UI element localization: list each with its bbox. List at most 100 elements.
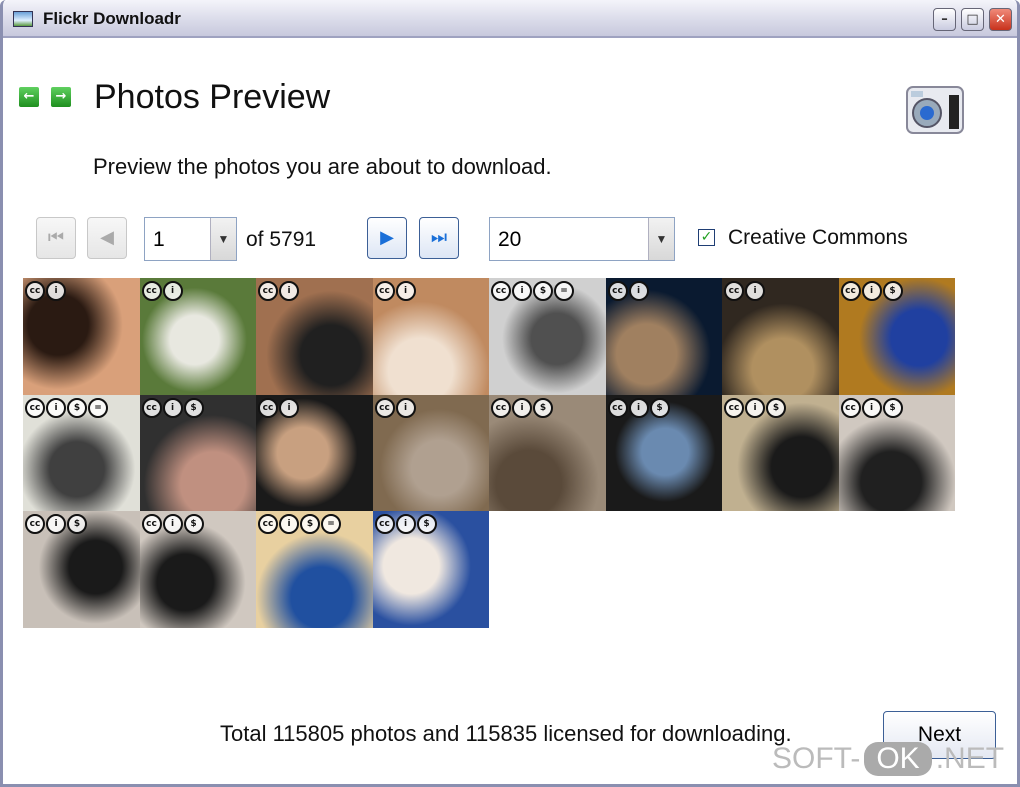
arrow-right-icon[interactable]: → xyxy=(51,87,71,107)
license-nc-icon: $ xyxy=(882,397,903,418)
close-button[interactable]: ✕ xyxy=(989,8,1012,31)
license-nc-icon: $ xyxy=(183,397,204,418)
license-by-icon: i xyxy=(279,397,299,418)
license-by-icon: i xyxy=(279,514,299,534)
license-badges: cc i $ = xyxy=(258,514,341,534)
license-by-icon: i xyxy=(395,514,416,534)
photo-thumbnail[interactable]: cc i xyxy=(256,394,373,511)
license-badges: cc i $ = xyxy=(25,397,108,418)
arrow-left-icon[interactable]: ← xyxy=(19,87,39,107)
creative-commons-checkbox[interactable]: ✓ xyxy=(698,229,715,246)
license-by-icon: i xyxy=(162,397,183,418)
license-nc-icon: $ xyxy=(416,514,437,534)
photo-thumbnail[interactable]: cc i xyxy=(23,278,140,395)
page-combobox[interactable]: 1 ▼ xyxy=(144,217,237,261)
license-cc-icon: cc xyxy=(840,281,861,301)
camera-icon xyxy=(906,86,964,134)
license-nc-icon: $ xyxy=(67,514,87,534)
license-cc-icon: cc xyxy=(607,281,628,301)
photo-thumbnail[interactable]: cc i xyxy=(372,394,489,511)
previous-page-button[interactable]: ◀ xyxy=(87,217,127,259)
maximize-button[interactable]: □ xyxy=(961,8,984,31)
photo-thumbnail[interactable]: cc i xyxy=(605,278,722,395)
license-cc-icon: cc xyxy=(25,281,45,301)
license-by-icon: i xyxy=(745,281,765,301)
photo-thumbnail[interactable]: cc i $ xyxy=(722,394,839,511)
license-badges: cc i xyxy=(607,281,649,301)
license-by-icon: i xyxy=(512,397,532,418)
license-nc-icon: $ xyxy=(882,281,903,301)
license-badges: cc i $ xyxy=(25,514,87,534)
license-cc-icon: cc xyxy=(374,514,395,534)
page-title: Photos Preview xyxy=(94,78,331,116)
page-count-label: of 5791 xyxy=(246,228,317,251)
license-cc-icon: cc xyxy=(491,281,511,301)
photo-thumbnail[interactable]: cc i $ xyxy=(838,278,955,395)
license-badges: cc i $ xyxy=(491,397,553,418)
chevron-down-icon[interactable]: ▼ xyxy=(210,218,236,260)
license-badges: cc i xyxy=(25,281,66,301)
license-badges: cc i xyxy=(258,397,299,418)
photo-thumbnail[interactable]: cc i $ = xyxy=(489,278,606,395)
app-window: Flickr Downloadr – □ ✕ ← → Photos Previe… xyxy=(0,0,1020,787)
license-nc-icon: $ xyxy=(766,397,786,418)
photo-thumbnail[interactable]: cc i $ = xyxy=(23,394,140,511)
creative-commons-label[interactable]: Creative Commons xyxy=(728,226,908,250)
license-cc-icon: cc xyxy=(724,397,744,418)
photo-thumbnail[interactable]: cc i xyxy=(722,278,839,395)
photo-thumbnail[interactable]: cc i xyxy=(372,278,489,395)
license-cc-icon: cc xyxy=(724,281,744,301)
license-badges: cc i xyxy=(374,281,416,301)
license-nd-icon: = xyxy=(88,397,108,418)
license-cc-icon: cc xyxy=(607,397,628,418)
summary-text: Total 115805 photos and 115835 licensed … xyxy=(220,721,792,746)
chevron-down-icon[interactable]: ▼ xyxy=(648,218,674,260)
license-badges: cc i $ = xyxy=(491,281,574,301)
license-cc-icon: cc xyxy=(374,397,395,418)
license-by-icon: i xyxy=(395,281,416,301)
license-badges: cc i xyxy=(141,281,183,301)
app-icon xyxy=(13,11,33,27)
license-nc-icon: $ xyxy=(533,397,553,418)
first-page-button[interactable]: ⏮ xyxy=(36,217,76,259)
title-bar: Flickr Downloadr – □ ✕ xyxy=(3,0,1017,38)
per-page-value: 20 xyxy=(498,228,522,251)
photo-thumbnail[interactable]: cc i $ xyxy=(605,394,722,511)
license-by-icon: i xyxy=(628,397,649,418)
license-badges: cc i $ xyxy=(724,397,786,418)
watermark-text: SOFT- xyxy=(772,742,861,775)
last-page-button[interactable]: ⏭ xyxy=(419,217,459,259)
photo-thumbnail[interactable]: cc i $ xyxy=(139,394,256,511)
page-value: 1 xyxy=(153,228,165,251)
photo-thumbnail[interactable]: cc i $ xyxy=(139,511,256,628)
per-page-combobox[interactable]: 20 ▼ xyxy=(489,217,675,261)
license-badges: cc i $ xyxy=(374,514,437,534)
minimize-button[interactable]: – xyxy=(933,8,956,31)
license-cc-icon: cc xyxy=(141,514,162,534)
license-by-icon: i xyxy=(162,281,183,301)
photo-thumbnail[interactable]: cc i xyxy=(139,278,256,395)
license-by-icon: i xyxy=(628,281,649,301)
photo-thumbnail[interactable]: cc i $ = xyxy=(256,511,373,628)
photo-thumbnail[interactable]: cc i $ xyxy=(489,394,606,511)
photo-thumbnail[interactable]: cc i xyxy=(256,278,373,395)
license-nc-icon: $ xyxy=(183,514,204,534)
license-cc-icon: cc xyxy=(258,397,278,418)
watermark-text: OK xyxy=(864,742,932,776)
license-cc-icon: cc xyxy=(141,281,162,301)
license-by-icon: i xyxy=(46,397,66,418)
license-by-icon: i xyxy=(279,281,299,301)
license-cc-icon: cc xyxy=(25,397,45,418)
photo-thumbnail[interactable]: cc i $ xyxy=(838,394,955,511)
next-page-button[interactable]: ▶ xyxy=(367,217,407,259)
license-badges: cc i xyxy=(258,281,299,301)
license-nd-icon: = xyxy=(321,514,341,534)
license-by-icon: i xyxy=(861,281,882,301)
license-by-icon: i xyxy=(46,281,66,301)
license-badges: cc i $ xyxy=(840,397,903,418)
photo-thumbnail[interactable]: cc i $ xyxy=(23,511,140,628)
license-nc-icon: $ xyxy=(300,514,320,534)
license-nc-icon: $ xyxy=(649,397,670,418)
photo-thumbnail[interactable]: cc i $ xyxy=(372,511,489,628)
license-cc-icon: cc xyxy=(491,397,511,418)
